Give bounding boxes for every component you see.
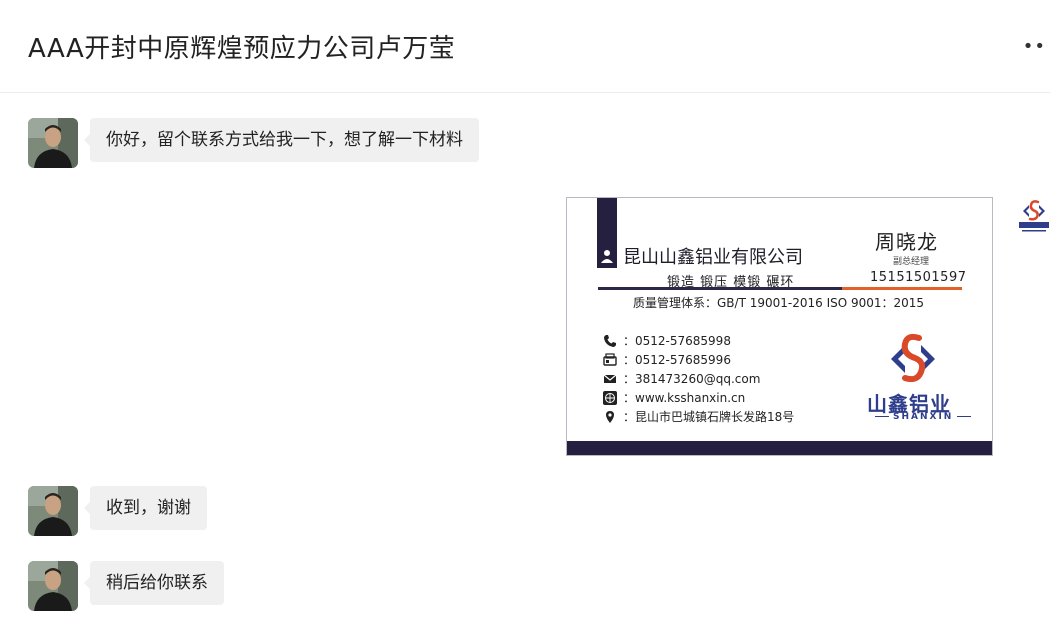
message-row: 你好，留个联系方式给我一下，想了解一下材料 [28, 118, 479, 168]
card-divider [598, 287, 842, 290]
business-card-image[interactable]: 昆山山鑫铝业有限公司 锻造 锻压 模锻 碾环 质量管理体系：GB/T 19001… [566, 197, 993, 456]
card-mobile: 15151501597 [870, 270, 967, 285]
avatar[interactable] [28, 561, 78, 611]
card-decor-bar-bottom [567, 441, 992, 455]
avatar[interactable] [28, 486, 78, 536]
shanxin-logo-icon [883, 330, 943, 388]
card-name: 周晓龙 [875, 230, 938, 254]
more-options-icon[interactable]: •• [1023, 36, 1046, 57]
card-email-row: ：381473260@qq.com [603, 370, 760, 387]
message-bubble[interactable]: 稍后给你联系 [84, 561, 224, 605]
chat-title: AAA开封中原辉煌预应力公司卢万莹 [28, 34, 456, 64]
card-logo-en: SHANXIN [871, 412, 975, 422]
phone-icon [603, 334, 617, 348]
card-address-row: ：昆山市巴城镇石牌长发路18号 [603, 408, 794, 425]
chat-header: AAA开封中原辉煌预应力公司卢万莹 •• [0, 0, 1050, 93]
globe-icon [603, 390, 617, 405]
card-website: ：www.ksshanxin.cn [623, 391, 746, 405]
card-phone: ：0512-57685998 [623, 334, 731, 348]
card-email: ：381473260@qq.com [623, 372, 761, 386]
shanxin-side-logo-icon [1016, 198, 1050, 238]
fax-icon [603, 352, 617, 367]
message-bubble[interactable]: 收到，谢谢 [84, 486, 207, 530]
message-row: 稍后给你联系 [28, 561, 224, 611]
card-fax: ：0512-57685996 [623, 353, 731, 367]
card-phone-row: ：0512-57685998 [603, 332, 731, 349]
avatar[interactable] [28, 118, 78, 168]
card-company: 昆山山鑫铝业有限公司 [623, 247, 803, 268]
message-bubble[interactable]: 你好，留个联系方式给我一下，想了解一下材料 [84, 118, 479, 162]
location-icon [603, 410, 617, 424]
card-divider-accent [842, 287, 962, 290]
card-quality: 质量管理体系：GB/T 19001-2016 ISO 9001：2015 [633, 296, 925, 310]
message-row: 收到，谢谢 [28, 486, 207, 536]
person-icon [600, 248, 614, 268]
mail-icon [603, 372, 617, 386]
card-address: ：昆山市巴城镇石牌长发路18号 [623, 410, 795, 424]
card-position: 副总经理 [893, 257, 930, 267]
card-website-row: ：www.ksshanxin.cn [603, 389, 745, 406]
card-fax-row: ：0512-57685996 [603, 351, 731, 368]
